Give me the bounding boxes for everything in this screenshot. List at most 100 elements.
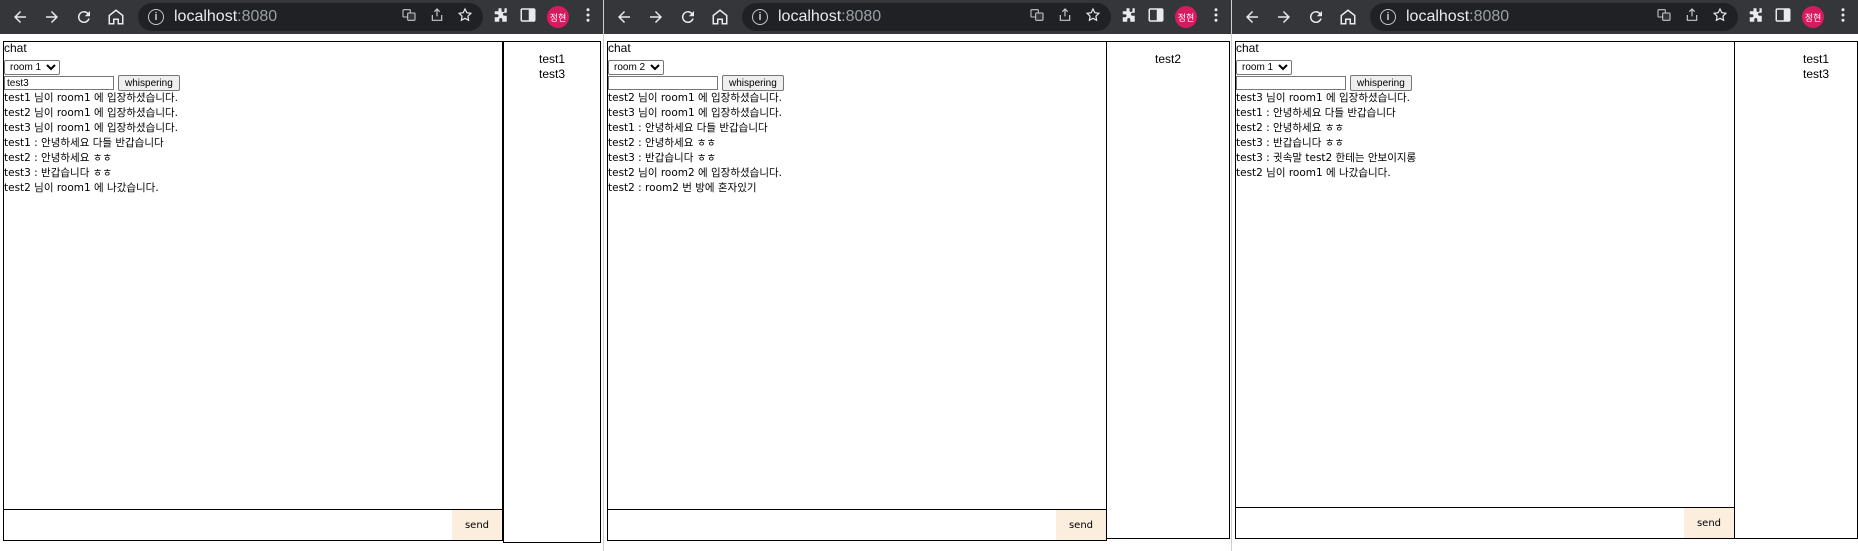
back-icon[interactable] [1238, 3, 1266, 31]
menu-icon[interactable] [1834, 6, 1852, 28]
whisper-target-input[interactable] [608, 76, 718, 90]
reload-icon[interactable] [70, 3, 98, 31]
menu-icon[interactable] [1207, 6, 1225, 28]
address-host: localhost [778, 8, 842, 25]
user-list-item[interactable]: test1 [504, 52, 600, 67]
whisper-target-input[interactable] [1236, 76, 1346, 90]
user-list-panel: test1 test3 [1734, 41, 1858, 539]
message-list: test1 님이 room1 에 입장하셨습니다. test2 님이 room1 … [4, 91, 502, 196]
address-port: :8080 [841, 8, 882, 25]
user-list-item[interactable]: test1 [1735, 52, 1829, 67]
browser-window: i localhost:8080 정현 chat room 1 [0, 0, 603, 551]
side-panel-icon[interactable] [519, 6, 537, 28]
message-item: test1 : 안녕하세요 다들 반갑습니다 [1236, 107, 1396, 119]
reload-icon[interactable] [1302, 3, 1330, 31]
send-button[interactable]: send [452, 510, 502, 540]
message-list: test3 님이 room1 에 입장하셨습니다. test1 : 안녕하세요 다… [1236, 91, 1734, 181]
whispering-button[interactable]: whispering [722, 75, 784, 91]
message-input[interactable] [608, 510, 1056, 540]
whispering-button[interactable]: whispering [1350, 75, 1412, 91]
back-icon[interactable] [6, 3, 34, 31]
bookmark-star-icon[interactable] [457, 7, 473, 28]
share-icon[interactable] [1057, 7, 1073, 28]
address-bar[interactable]: i localhost:8080 [138, 3, 483, 31]
user-list-panel: test2 [1106, 41, 1230, 539]
profile-avatar[interactable]: 정현 [1802, 6, 1824, 28]
forward-icon[interactable] [38, 3, 66, 31]
message-item: test2 : room2 번 방에 혼자있기 [608, 182, 757, 194]
info-icon[interactable]: i [148, 9, 164, 25]
user-list-item[interactable]: test3 [1735, 67, 1829, 82]
side-panel-icon[interactable] [1147, 6, 1165, 28]
profile-avatar[interactable]: 정현 [1175, 6, 1197, 28]
whispering-button[interactable]: whispering [118, 75, 180, 91]
message-list: test2 님이 room1 에 입장하셨습니다. test3 님이 room1 … [608, 91, 1106, 196]
browser-window: i localhost:8080 정현 chat room 1 [1231, 0, 1858, 551]
bookmark-star-icon[interactable] [1085, 7, 1101, 28]
address-bar[interactable]: i localhost:8080 [1370, 3, 1738, 31]
user-list-item[interactable]: test2 [1107, 52, 1229, 67]
address-host: localhost [174, 8, 238, 25]
send-button[interactable]: send [1684, 508, 1734, 538]
browser-window: i localhost:8080 정현 chat room 2 whisper… [603, 0, 1231, 551]
address-bar[interactable]: i localhost:8080 [742, 3, 1111, 31]
room-select[interactable]: room 1 [1236, 60, 1292, 75]
page-content: chat room 1 whispering test3 님이 room1 에 … [1232, 34, 1858, 551]
translate-icon[interactable] [1029, 7, 1045, 28]
chat-title: chat [1236, 41, 1259, 55]
chat-title: chat [608, 41, 631, 55]
browser-toolbar: i localhost:8080 정현 [604, 0, 1231, 34]
message-input-bar: send [3, 509, 503, 541]
info-icon[interactable]: i [752, 9, 768, 25]
share-icon[interactable] [1684, 7, 1700, 28]
message-item: test1 : 안녕하세요 다들 반갑습니다 [4, 137, 164, 149]
translate-icon[interactable] [1656, 7, 1672, 28]
forward-icon[interactable] [1270, 3, 1298, 31]
message-item: test3 : 귓속말 test2 한테는 안보이지롱 [1236, 152, 1417, 164]
extensions-icon[interactable] [491, 6, 509, 28]
send-button[interactable]: send [1056, 510, 1106, 540]
message-item: test2 님이 room1 에 입장하셨습니다. [4, 107, 178, 119]
profile-avatar[interactable]: 정현 [547, 6, 569, 28]
translate-icon[interactable] [401, 7, 417, 28]
chat-panel: chat room 1 whispering test3 님이 room1 에 … [1235, 41, 1735, 539]
extensions-icon[interactable] [1746, 6, 1764, 28]
whisper-target-input[interactable] [4, 76, 114, 90]
info-icon[interactable]: i [1380, 9, 1396, 25]
chat-panel: chat room 2 whispering test2 님이 room1 에 … [607, 41, 1107, 541]
message-item: test3 님이 room1 에 입장하셨습니다. [4, 122, 178, 134]
message-item: test3 : 반갑습니다 ㅎㅎ [4, 167, 113, 179]
home-icon[interactable] [706, 3, 734, 31]
browser-toolbar: i localhost:8080 정현 [0, 0, 603, 34]
browser-toolbar: i localhost:8080 정현 [1232, 0, 1858, 34]
home-icon[interactable] [1334, 3, 1362, 31]
message-item: test3 님이 room1 에 입장하셨습니다. [608, 107, 782, 119]
menu-icon[interactable] [579, 6, 597, 28]
message-input-bar: send [607, 509, 1107, 541]
user-list-panel: test1 test3 [503, 41, 601, 543]
message-item: test2 님이 room1 에 나갔습니다. [1236, 167, 1391, 179]
message-item: test2 : 안녕하세요 ㅎㅎ [608, 137, 717, 149]
message-input[interactable] [4, 510, 452, 540]
share-icon[interactable] [429, 7, 445, 28]
extensions-icon[interactable] [1119, 6, 1137, 28]
forward-icon[interactable] [642, 3, 670, 31]
bookmark-star-icon[interactable] [1712, 7, 1728, 28]
message-item: test1 님이 room1 에 입장하셨습니다. [4, 92, 178, 104]
message-item: test3 : 반갑습니다 ㅎㅎ [608, 152, 717, 164]
page-content: chat room 1 whispering test1 님이 room1 에 … [0, 34, 603, 551]
chat-panel: chat room 1 whispering test1 님이 room1 에 … [3, 41, 503, 541]
message-input[interactable] [1236, 508, 1684, 538]
back-icon[interactable] [610, 3, 638, 31]
reload-icon[interactable] [674, 3, 702, 31]
user-list-item[interactable]: test3 [504, 67, 600, 82]
address-port: :8080 [237, 8, 278, 25]
message-item: test2 : 안녕하세요 ㅎㅎ [4, 152, 113, 164]
room-select[interactable]: room 1 [4, 60, 60, 75]
room-select[interactable]: room 2 [608, 60, 664, 75]
message-item: test2 : 안녕하세요 ㅎㅎ [1236, 122, 1345, 134]
message-item: test2 님이 room1 에 나갔습니다. [4, 182, 159, 194]
address-port: :8080 [1469, 8, 1510, 25]
home-icon[interactable] [102, 3, 130, 31]
side-panel-icon[interactable] [1774, 6, 1792, 28]
